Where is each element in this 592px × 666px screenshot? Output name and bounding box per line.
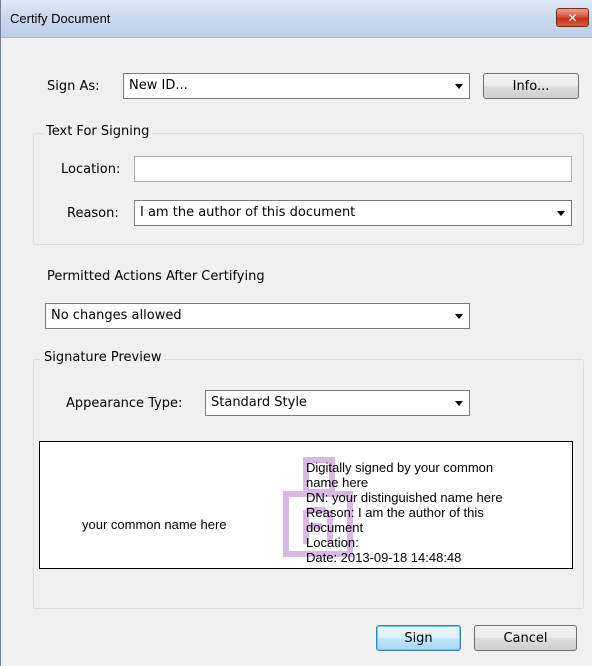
- cancel-button[interactable]: Cancel: [474, 625, 577, 651]
- location-label: Location:: [61, 162, 121, 177]
- sign-as-label: Sign As:: [47, 79, 100, 94]
- cancel-button-label: Cancel: [503, 630, 548, 646]
- chevron-down-icon: [455, 314, 463, 319]
- info-button-label: Info...: [512, 78, 550, 94]
- appearance-type-dropdown[interactable]: Standard Style: [205, 390, 470, 416]
- certify-document-dialog: Certify Document ✕ Sign As: New ID... In…: [0, 0, 592, 666]
- close-icon: ✕: [567, 10, 578, 25]
- signature-detail-line: name here: [306, 475, 369, 490]
- signature-detail-line: Location:: [306, 535, 359, 550]
- dialog-title: Certify Document: [10, 11, 111, 26]
- permitted-actions-label: Permitted Actions After Certifying: [47, 269, 265, 284]
- location-field[interactable]: [134, 156, 572, 182]
- permitted-actions-dropdown[interactable]: No changes allowed: [45, 303, 470, 329]
- reason-label: Reason:: [67, 206, 119, 221]
- signature-detail-line: document: [306, 520, 364, 535]
- signature-detail-line: Date: 2013-09-18 14:48:48: [306, 550, 462, 565]
- sign-as-dropdown[interactable]: New ID...: [123, 73, 470, 99]
- reason-dropdown[interactable]: I am the author of this document: [134, 200, 572, 226]
- chevron-down-icon: [557, 211, 565, 216]
- permitted-actions-value: No changes allowed: [51, 308, 182, 323]
- signature-details: Digitally signed by your common name her…: [306, 460, 568, 565]
- reason-value: I am the author of this document: [140, 205, 356, 220]
- signature-preview-box: your common name here Digitally signed b…: [39, 441, 573, 569]
- close-button[interactable]: ✕: [556, 8, 589, 27]
- text-for-signing-title: Text For Signing: [43, 124, 153, 139]
- signature-detail-line: Digitally signed by your common: [306, 460, 494, 475]
- dialog-body: Sign As: New ID... Info... Text For Sign…: [1, 38, 592, 666]
- sign-button-label: Sign: [404, 630, 433, 646]
- text-for-signing-group: [33, 133, 584, 245]
- chevron-down-icon: [455, 401, 463, 406]
- signer-common-name: your common name here: [82, 517, 227, 532]
- chevron-down-icon: [455, 84, 463, 89]
- signature-detail-line: Reason: I am the author of this: [306, 505, 484, 520]
- signature-detail-line: DN: your distinguished name here: [306, 490, 503, 505]
- sign-button[interactable]: Sign: [376, 625, 461, 651]
- sign-as-value: New ID...: [129, 78, 188, 93]
- appearance-type-label: Appearance Type:: [66, 396, 183, 411]
- title-bar: Certify Document ✕: [1, 0, 592, 38]
- appearance-type-value: Standard Style: [211, 395, 307, 410]
- info-button[interactable]: Info...: [483, 73, 579, 99]
- signature-preview-title: Signature Preview: [41, 350, 165, 365]
